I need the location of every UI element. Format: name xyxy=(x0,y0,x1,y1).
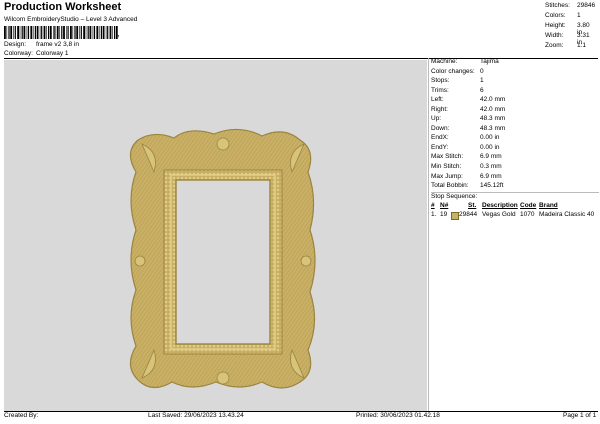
info-label: Trims: xyxy=(431,86,449,94)
machine-info-row: Color changes: 0 xyxy=(431,68,599,78)
col-brand: Brand xyxy=(539,202,558,210)
info-value: 0.00 in xyxy=(480,143,500,151)
info-label: Total Bobbin: xyxy=(431,182,469,190)
info-label: Color changes: xyxy=(431,67,475,75)
info-value: 48.3 mm xyxy=(480,124,506,132)
info-value: 1 xyxy=(480,77,484,85)
machine-info-row: EndX: 0.00 in xyxy=(431,134,599,144)
info-label: Stops: xyxy=(431,77,450,85)
design-value: frame v2 3,8 in xyxy=(36,41,79,48)
col-n: N# xyxy=(440,202,449,210)
machine-info-row: Total Bobbin: 145.12ft xyxy=(431,182,599,192)
stop-sequence-header: # N# St. Description Code Brand xyxy=(431,202,599,211)
info-label: EndY: xyxy=(431,143,449,151)
info-label: Down: xyxy=(431,124,450,132)
col-num: # xyxy=(431,202,435,210)
machine-info-panel: Machine: Tajima Color changes: 0 Stops: 1 Trim… xyxy=(431,58,599,221)
color-swatch xyxy=(451,212,459,221)
col-st: St. xyxy=(468,202,477,210)
row-num: 1. xyxy=(431,211,437,219)
stat-value: 29846 xyxy=(577,2,596,9)
machine-info-row: Up: 48.3 mm xyxy=(431,115,599,125)
info-value: 0 xyxy=(480,67,484,75)
page-number: Page 1 of 1 xyxy=(563,412,597,419)
table-row: 1. 19 29844 Vegas Gold 1070 Madeira Clas… xyxy=(431,211,599,221)
machine-info-row: Right: 42.0 mm xyxy=(431,106,599,116)
colorway-value: Colorway 1 xyxy=(36,50,69,57)
info-label: Left: xyxy=(431,96,444,104)
printed-date: Printed: 30/06/2023 01.42.18 xyxy=(356,412,440,419)
row-code: 1070 xyxy=(520,211,535,219)
created-by: Created By: xyxy=(4,412,39,419)
machine-info-row: Down: 48.3 mm xyxy=(431,125,599,135)
design-preview xyxy=(4,60,427,411)
machine-info-row: Left: 42.0 mm xyxy=(431,96,599,106)
ornate-frame-embroidery xyxy=(129,128,316,389)
info-value: 6.9 mm xyxy=(480,153,502,161)
barcode-suffix: , xyxy=(117,28,120,38)
machine-info-list: Machine: Tajima Color changes: 0 Stops: 1 Trim… xyxy=(431,58,599,192)
row-st: 29844 xyxy=(459,211,478,219)
row-n: 19 xyxy=(440,211,448,219)
info-value: 0.00 in xyxy=(480,134,500,142)
colorway-label: Colorway: xyxy=(4,50,33,57)
stat-value: 1 xyxy=(577,12,581,19)
row-brand: Madeira Classic 40 xyxy=(539,211,595,219)
info-value: 6 xyxy=(480,86,484,94)
panel-divider xyxy=(428,58,429,411)
row-description: Vegas Gold xyxy=(482,211,516,219)
last-saved: Last Saved: 29/06/2023 13.43.24 xyxy=(148,412,244,419)
stat-label: Width: xyxy=(545,32,564,39)
machine-info-row: Min Stitch: 0.3 mm xyxy=(431,163,599,173)
info-value: 42.0 mm xyxy=(480,96,506,104)
info-value: 6.9 mm xyxy=(480,172,502,180)
worksheet-title: Production Worksheet xyxy=(4,1,122,13)
info-label: Min Stitch: xyxy=(431,163,462,171)
info-label: Up: xyxy=(431,115,442,123)
software-subtitle: Wilcom EmbroideryStudio – Level 3 Advanc… xyxy=(4,16,138,23)
info-value: 0.3 mm xyxy=(480,163,502,171)
stat-label: Colors: xyxy=(545,12,566,19)
info-value: 42.0 mm xyxy=(480,105,506,113)
info-value: 48.3 mm xyxy=(480,115,506,123)
design-label: Design: xyxy=(4,41,27,48)
stat-label: Zoom: xyxy=(545,42,564,49)
machine-info-row: EndY: 0.00 in xyxy=(431,144,599,154)
barcode-image xyxy=(4,26,118,39)
machine-info-row: Max Jump: 6.9 mm xyxy=(431,173,599,183)
stat-label: Stitches: xyxy=(545,2,570,9)
info-label: Max Jump: xyxy=(431,172,463,180)
info-label: EndX: xyxy=(431,134,449,142)
info-label: Right: xyxy=(431,105,448,113)
machine-info-row: Stops: 1 xyxy=(431,77,599,87)
stat-label: Height: xyxy=(545,22,566,29)
info-value: Tajima xyxy=(480,58,499,65)
machine-info-row: Trims: 6 xyxy=(431,87,599,97)
footer-divider xyxy=(4,411,598,412)
info-value: 145.12ft xyxy=(480,182,504,190)
info-label: Max Stitch: xyxy=(431,153,464,161)
col-description: Description xyxy=(482,202,518,210)
machine-info-row: Max Stitch: 6.9 mm xyxy=(431,153,599,163)
stop-sequence-title: Stop Sequence: xyxy=(431,192,478,200)
col-code: Code xyxy=(520,202,537,210)
stat-value: 1:1 xyxy=(577,42,587,49)
machine-info-row: Machine: Tajima xyxy=(431,58,599,68)
stop-sequence-title-row: Stop Sequence: xyxy=(431,191,599,203)
info-label: Machine: xyxy=(431,58,458,65)
